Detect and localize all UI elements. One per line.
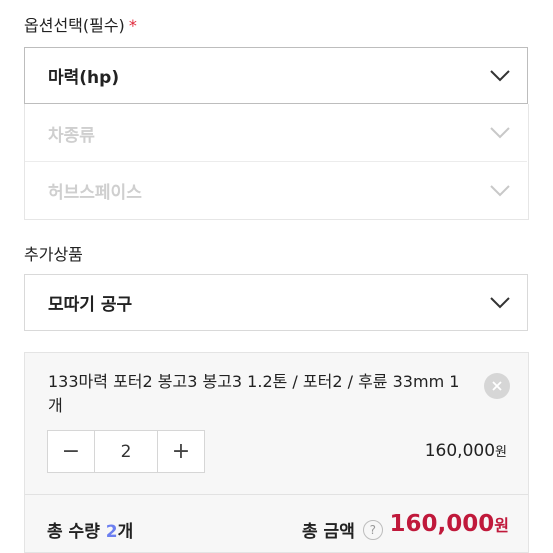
close-icon <box>492 381 502 391</box>
total-amount-value: 160,000 <box>389 511 495 537</box>
cart-item-price-value: 160,000 <box>424 441 496 461</box>
addon-select[interactable]: 모따기 공구 <box>24 274 528 331</box>
options-label-text: 옵션선택(필수) <box>24 16 125 35</box>
option-select-hub-space: 허브스페이스 <box>25 162 527 219</box>
total-amount-currency: 원 <box>494 516 509 535</box>
quantity-value[interactable]: 2 <box>94 431 158 472</box>
increase-quantity-button[interactable]: + <box>158 431 204 472</box>
quantity-stepper: − 2 + <box>47 430 205 473</box>
remove-item-button[interactable] <box>484 373 510 399</box>
help-icon[interactable]: ? <box>362 519 383 540</box>
cart-item-price: 160,000원 <box>425 441 507 461</box>
total-amount-label-group: 총 금액 ? <box>302 517 383 542</box>
total-quantity-value: 2 <box>105 522 118 542</box>
addon-select-value: 모따기 공구 <box>48 295 133 315</box>
chevron-down-icon <box>490 69 510 81</box>
decrease-quantity-button[interactable]: − <box>48 431 94 472</box>
option-select-horsepower-value: 마력(hp) <box>48 68 120 88</box>
summary-divider <box>25 494 528 495</box>
cart-item-price-currency: 원 <box>495 445 507 460</box>
required-mark: * <box>128 16 137 35</box>
option-select-hub-space-value: 허브스페이스 <box>48 183 142 203</box>
options-label: 옵션선택(필수) * <box>24 12 137 36</box>
total-quantity-unit: 개 <box>117 522 134 542</box>
total-quantity: 총 수량 2개 <box>47 517 133 542</box>
option-select-vehicle-type-value: 차종류 <box>48 125 95 146</box>
total-amount-label: 총 금액 <box>302 522 355 542</box>
cart-item-name: 133마력 포터2 봉고3 봉고3 1.2톤 / 포터2 / 후륜 33mm 1… <box>48 372 460 415</box>
option-select-vehicle-type: 차종류 <box>25 105 527 161</box>
addons-label: 추가상품 <box>24 245 83 264</box>
option-select-horsepower[interactable]: 마력(hp) <box>24 47 528 104</box>
chevron-down-icon <box>490 184 510 196</box>
total-amount: 160,000원 <box>390 511 510 537</box>
chevron-down-icon <box>490 127 510 139</box>
total-quantity-label: 총 수량 <box>47 522 106 542</box>
chevron-down-icon <box>490 296 510 308</box>
